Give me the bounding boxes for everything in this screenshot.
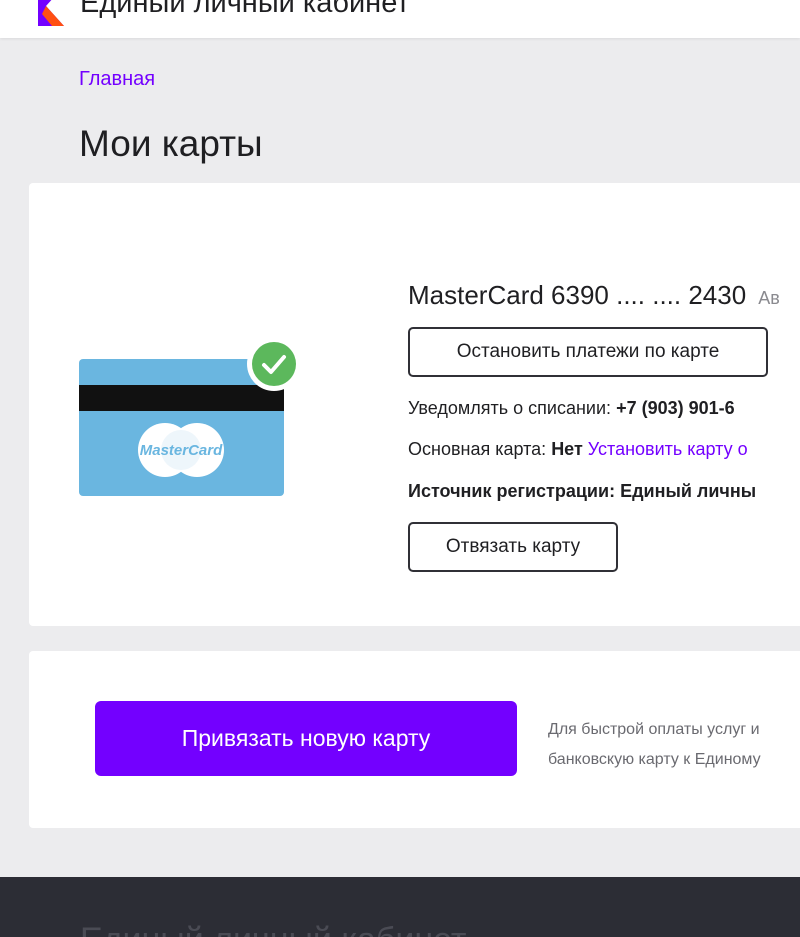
app-title: Единый личный кабинет <box>80 0 410 19</box>
page-title: Мои карты <box>79 123 263 164</box>
card-status: Ав <box>758 288 780 308</box>
card-active-badge <box>247 337 301 391</box>
source-label: Источник регистрации: <box>408 481 616 501</box>
card-magnetic-stripe <box>79 385 284 411</box>
mastercard-logo-text: MasterCard <box>140 442 223 459</box>
footer-title: Единый личный кабинет <box>80 921 466 937</box>
card-name-row: MasterCard 6390 .... .... 2430 Ав <box>408 280 780 311</box>
bind-hint: Для быстрой оплаты услуг и банковскую ка… <box>548 715 800 775</box>
bind-panel: Привязать новую карту Для быстрой оплаты… <box>29 651 800 828</box>
card-name: MasterCard 6390 .... .... 2430 <box>408 280 747 310</box>
set-main-card-link[interactable]: Установить карту о <box>588 439 748 459</box>
bind-hint-line-2: банковскую карту к Единому <box>548 751 761 768</box>
notify-phone: +7 (903) 901-6 <box>616 398 735 418</box>
main-card-value: Нет <box>551 439 583 459</box>
source-line: Источник регистрации: Единый личны <box>408 481 756 502</box>
footer: Единый личный кабинет <box>0 877 800 937</box>
main-card-line: Основная карта: Нет Установить карту о <box>408 439 748 460</box>
logo-icon[interactable] <box>38 0 64 26</box>
source-value: Единый личны <box>620 481 757 501</box>
unbind-card-button[interactable]: Отвязать карту <box>408 522 618 572</box>
stop-payments-button[interactable]: Остановить платежи по карте <box>408 327 768 377</box>
notify-line: Уведомлять о списании: +7 (903) 901-6 <box>408 398 735 419</box>
top-header: Единый личный кабинет <box>0 0 800 38</box>
main-card-label: Основная карта: <box>408 439 547 459</box>
breadcrumb-home-link[interactable]: Главная <box>79 68 155 91</box>
notify-label: Уведомлять о списании: <box>408 398 612 418</box>
card-panel: MasterCard MasterCard 6390 .... .... 243… <box>29 183 800 626</box>
mastercard-logo-icon: MasterCard <box>138 423 224 477</box>
checkmark-icon <box>262 355 286 374</box>
bind-hint-line-1: Для быстрой оплаты услуг и <box>548 721 760 738</box>
bind-new-card-button[interactable]: Привязать новую карту <box>95 701 517 776</box>
